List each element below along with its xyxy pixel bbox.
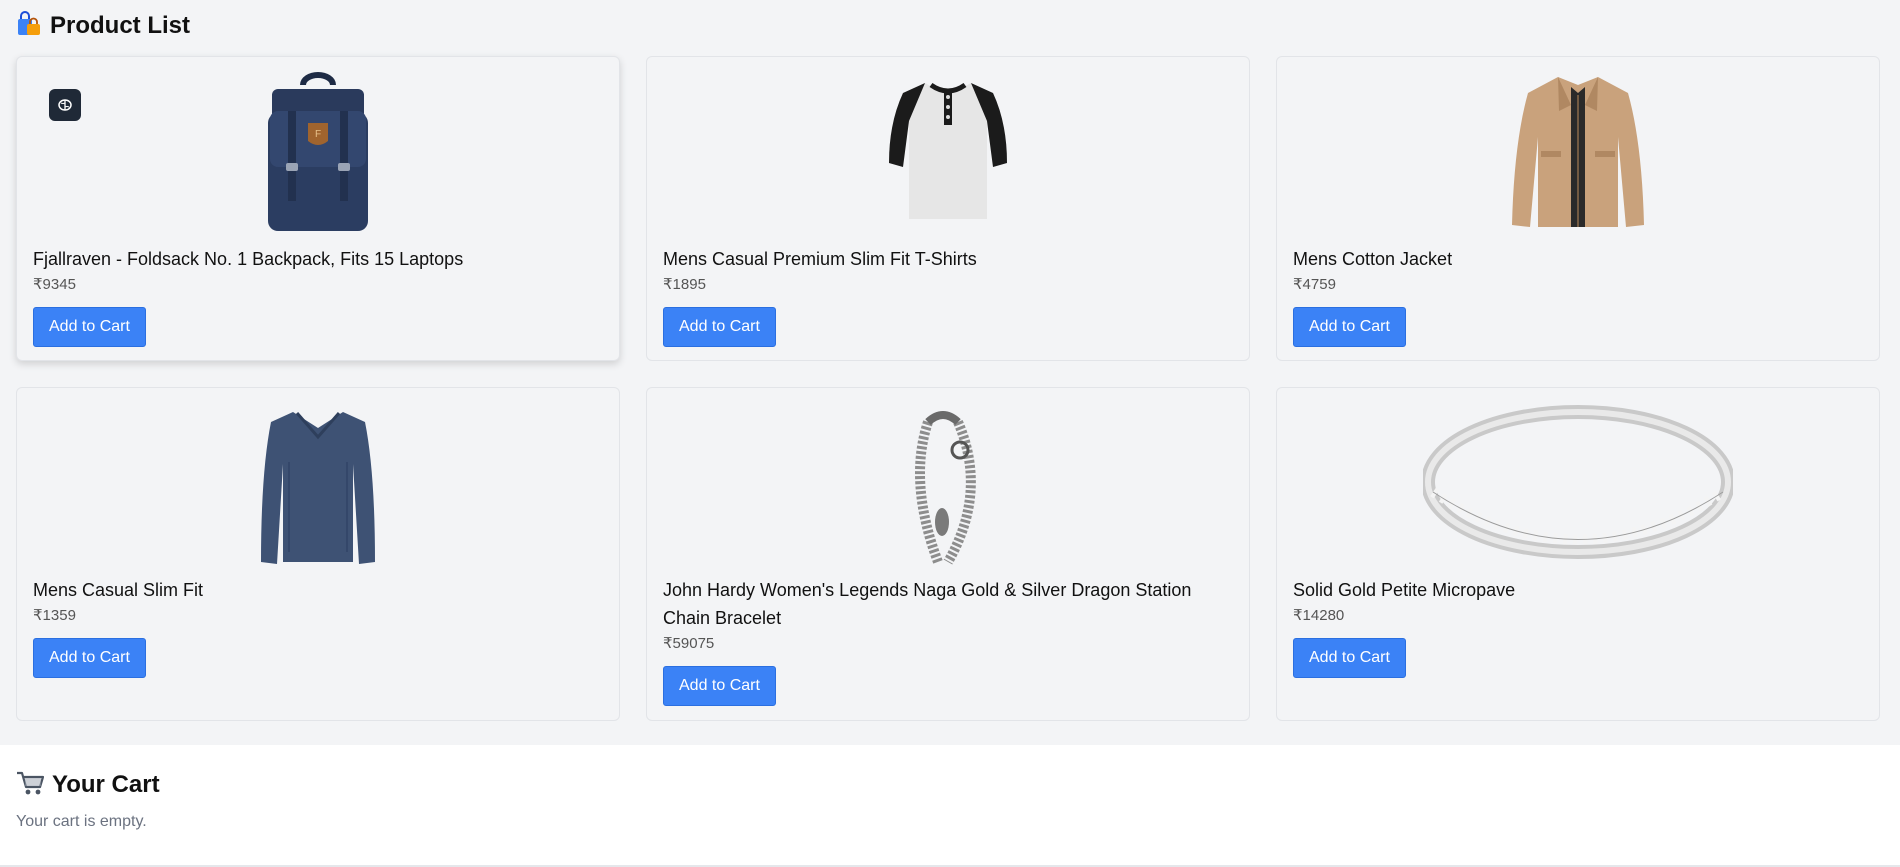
cart-empty-message: Your cart is empty.: [16, 813, 147, 830]
shopping-cart-icon: [16, 770, 45, 801]
product-list-section: Product List F Fjallraven - Foldsack No.…: [0, 0, 1900, 745]
product-image-ring[interactable]: [1293, 402, 1863, 566]
product-card: Mens Casual Premium Slim Fit T-Shirts ₹1…: [646, 56, 1250, 361]
product-card: Solid Gold Petite Micropave ₹14280 Add t…: [1276, 387, 1880, 721]
product-price: ₹59075: [663, 635, 715, 652]
product-image-jacket[interactable]: [1293, 71, 1863, 235]
cart-section: Your Cart Your cart is empty.: [0, 745, 1900, 867]
add-to-cart-button[interactable]: Add to Cart: [1293, 307, 1406, 347]
product-title: John Hardy Women's Legends Naga Gold & S…: [663, 580, 1192, 628]
svg-text:F: F: [315, 129, 321, 140]
page-title: Product List: [50, 12, 191, 39]
product-image-longsleeve[interactable]: [33, 402, 603, 566]
add-to-cart-button[interactable]: Add to Cart: [1293, 638, 1406, 678]
brain-icon: [58, 99, 72, 111]
product-price: ₹14280: [1293, 607, 1345, 624]
product-image-tshirt[interactable]: [663, 71, 1233, 235]
add-to-cart-button[interactable]: Add to Cart: [663, 666, 776, 706]
brain-icon-button[interactable]: [49, 89, 81, 121]
product-image-bracelet[interactable]: [663, 402, 1233, 566]
product-card: John Hardy Women's Legends Naga Gold & S…: [646, 387, 1250, 721]
add-to-cart-button[interactable]: Add to Cart: [663, 307, 776, 347]
product-image-backpack[interactable]: F: [33, 71, 603, 235]
product-card: Mens Cotton Jacket ₹4759 Add to Cart: [1276, 56, 1880, 361]
page-heading: Product List: [16, 10, 1884, 42]
product-card: Mens Casual Slim Fit ₹1359 Add to Cart: [16, 387, 620, 721]
cart-title: Your Cart: [52, 771, 160, 798]
cart-heading: Your Cart: [16, 769, 1884, 801]
add-to-cart-button[interactable]: Add to Cart: [33, 638, 146, 678]
product-title: Mens Cotton Jacket: [1293, 249, 1453, 269]
product-title: Solid Gold Petite Micropave: [1293, 580, 1516, 600]
product-price: ₹1895: [663, 276, 706, 293]
product-title: Mens Casual Premium Slim Fit T-Shirts: [663, 249, 977, 269]
product-title: Fjallraven - Foldsack No. 1 Backpack, Fi…: [33, 249, 464, 269]
product-title: Mens Casual Slim Fit: [33, 580, 204, 600]
add-to-cart-button[interactable]: Add to Cart: [33, 307, 146, 347]
product-price: ₹9345: [33, 276, 76, 293]
product-price: ₹4759: [1293, 276, 1336, 293]
product-card: F Fjallraven - Foldsack No. 1 Backpack, …: [16, 56, 620, 361]
shopping-bags-icon: [16, 10, 42, 42]
product-price: ₹1359: [33, 607, 76, 624]
